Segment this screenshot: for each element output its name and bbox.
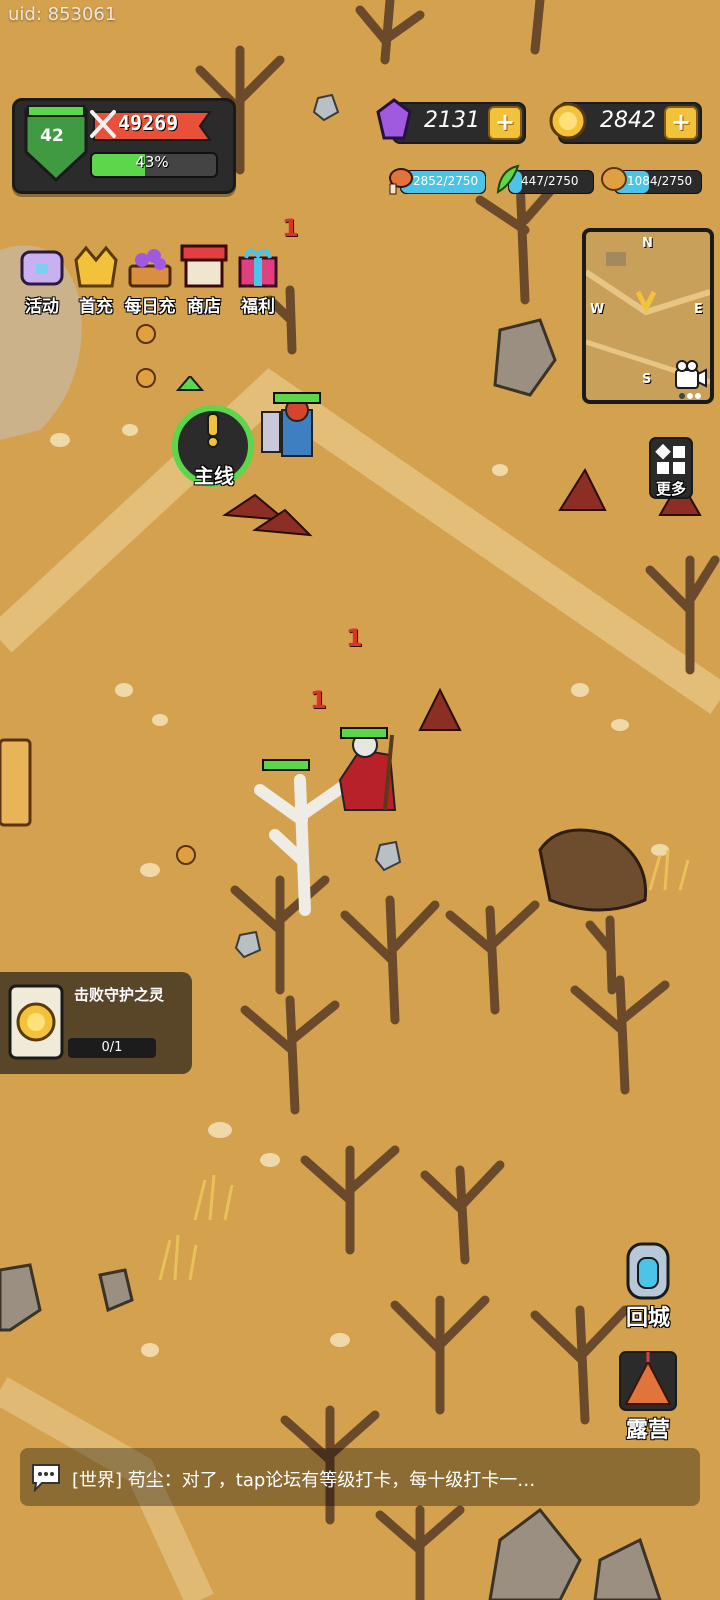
exp-percent: 43% [135,153,169,171]
herb-resource-text: 447/2750 [521,174,579,188]
return-city-icon[interactable] [622,1240,674,1302]
crown-icon [74,245,118,288]
add-gems-button[interactable]: + [488,106,522,140]
quest-tracker[interactable]: 击败守护之灵 0/1 [0,972,192,1074]
compass-west: W [590,302,605,317]
camera-icon[interactable] [672,358,708,402]
gem-icon [376,98,412,140]
menu-shop-label: 商店 [187,297,221,317]
quest-title: 击败守护之灵 [74,986,165,1004]
camp-label[interactable]: 露营 [616,1412,680,1444]
compass-east: E [694,302,703,317]
crossed-swords-icon [90,110,116,138]
menu-daily-recharge[interactable]: 每日充 [124,240,176,317]
uid-label: uid: 853061 [8,4,117,25]
chat-message: [世界] 苟尘：对了，tap论坛有等级打卡，每十级打卡一… [72,1470,536,1491]
damage-number: 1 [310,686,327,714]
add-gold-button[interactable]: + [664,106,698,140]
player-level: 42 [40,126,64,146]
main-quest-label: 主线 [194,464,234,488]
damage-number: 1 [346,624,363,652]
chat-bar[interactable]: [世界] 苟尘：对了，tap论坛有等级打卡，每十级打卡一… [20,1448,700,1506]
wood-log-icon [601,167,627,191]
menu-shop[interactable]: 商店 [178,240,230,317]
menu-first-recharge[interactable]: 首充 [70,240,122,317]
chat-bubble-icon [32,1464,60,1492]
gift-box-icon [238,248,278,288]
meat-resource-text: 2852/2750 [413,174,479,188]
menu-first-recharge-label: 首充 [79,297,113,317]
menu-daily-recharge-label: 每日充 [124,297,176,317]
gems-value: 2131 [424,108,480,133]
shop-stall-icon [180,244,228,288]
gold-value: 2842 [600,108,656,133]
combat-power: 49269 [118,111,179,135]
grape-basket-icon [128,249,172,288]
meat-icon [389,168,413,195]
gold-coin-icon [549,102,587,140]
gold-coin-icon [8,984,64,1060]
menu-welfare[interactable]: 福利 [232,240,284,317]
camp-tent-icon[interactable] [618,1350,678,1414]
menu-events[interactable]: 活动 [16,240,68,317]
more-label: 更多 [655,480,686,498]
treasure-chest-icon [20,250,64,286]
menu-welfare-label: 福利 [241,297,275,317]
compass-north: N [642,236,653,251]
gems-counter: 2131 + [392,102,526,144]
return-city-label[interactable]: 回城 [616,1300,680,1332]
wood-resource-text: 1084/2750 [627,174,693,188]
herb-icon [496,164,520,194]
compass-south: S [642,372,652,387]
damage-number: 1 [282,214,299,242]
menu-events-label: 活动 [25,297,59,317]
quest-progress: 0/1 [68,1038,156,1058]
